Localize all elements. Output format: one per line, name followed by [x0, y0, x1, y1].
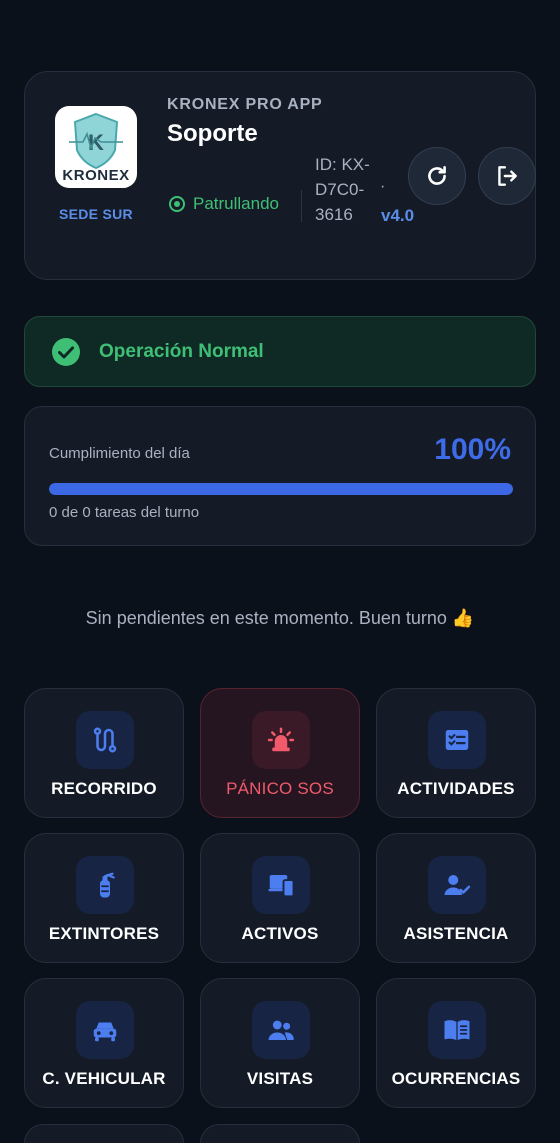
- tile-label: C. VEHICULAR: [42, 1069, 166, 1088]
- check-circle-icon: [52, 337, 80, 366]
- car-icon: [76, 1001, 134, 1059]
- tile-panico-sos[interactable]: PÁNICO SOS: [200, 688, 360, 818]
- logo-wordmark: KRONEX: [62, 167, 130, 184]
- devices-icon: [252, 856, 310, 914]
- tile-label: ASISTENCIA: [403, 924, 509, 943]
- daily-progress-card: Cumplimiento del día 100% 0 de 0 tareas …: [24, 406, 536, 546]
- logout-icon: [498, 166, 517, 186]
- tile-label: RECORRIDO: [51, 779, 157, 798]
- progress-percent: 100%: [434, 433, 511, 466]
- location-target-icon: [169, 196, 185, 212]
- siren-icon: [252, 711, 310, 769]
- kronex-logo: K KRONEX: [55, 106, 137, 188]
- app-version: v4.0: [381, 206, 415, 225]
- tile-label: OCURRENCIAS: [391, 1069, 521, 1088]
- status-text: Patrullando: [193, 194, 280, 213]
- checklist-icon: [428, 711, 486, 769]
- tile-actividades[interactable]: ACTIVIDADES: [376, 688, 536, 818]
- site-label: SEDE SUR: [59, 206, 133, 222]
- app-name: KRONEX PRO APP: [167, 96, 323, 113]
- tile-partial[interactable]: [200, 1124, 360, 1143]
- operation-status-banner: Operación Normal: [24, 316, 536, 387]
- fire-extinguisher-icon: [76, 856, 134, 914]
- tile-ocurrencias[interactable]: OCURRENCIAS: [376, 978, 536, 1108]
- logout-button[interactable]: [478, 147, 536, 205]
- tile-label: ACTIVOS: [241, 924, 319, 943]
- profile-header-card: K KRONEX SEDE SUR KRONEX PRO APP Soporte…: [24, 71, 536, 280]
- tile-extintores[interactable]: EXTINTORES: [24, 833, 184, 963]
- tile-asistencia[interactable]: ASISTENCIA: [376, 833, 536, 963]
- divider: [301, 190, 302, 222]
- tile-recorrido[interactable]: RECORRIDO: [24, 688, 184, 818]
- refresh-icon: [428, 166, 446, 185]
- status-indicator: Patrullando: [167, 194, 279, 214]
- route-icon: [76, 711, 134, 769]
- progress-bar: [49, 483, 513, 495]
- tile-partial[interactable]: [24, 1124, 184, 1143]
- tile-visitas[interactable]: VISITAS: [200, 978, 360, 1108]
- empty-tasks-message: Sin pendientes en este momento. Buen tur…: [85, 608, 475, 628]
- user-check-icon: [428, 856, 486, 914]
- tile-label: ACTIVIDADES: [397, 779, 515, 798]
- page-title: Soporte: [167, 120, 258, 147]
- book-icon: [428, 1001, 486, 1059]
- tile-activos[interactable]: ACTIVOS: [200, 833, 360, 963]
- tile-control-vehicular[interactable]: C. VEHICULAR: [24, 978, 184, 1108]
- device-id: ID: KX-D7C0-3616: [315, 155, 370, 224]
- progress-bar-fill: [49, 483, 513, 495]
- users-icon: [252, 1001, 310, 1059]
- refresh-button[interactable]: [408, 147, 466, 205]
- progress-label: Cumplimiento del día: [49, 445, 190, 462]
- banner-text: Operación Normal: [99, 340, 264, 362]
- separator-dot: ·: [380, 178, 386, 195]
- tile-label: EXTINTORES: [48, 924, 160, 943]
- tile-label: VISITAS: [246, 1069, 314, 1088]
- tile-label: PÁNICO SOS: [226, 779, 334, 798]
- progress-subtitle: 0 de 0 tareas del turno: [49, 504, 200, 521]
